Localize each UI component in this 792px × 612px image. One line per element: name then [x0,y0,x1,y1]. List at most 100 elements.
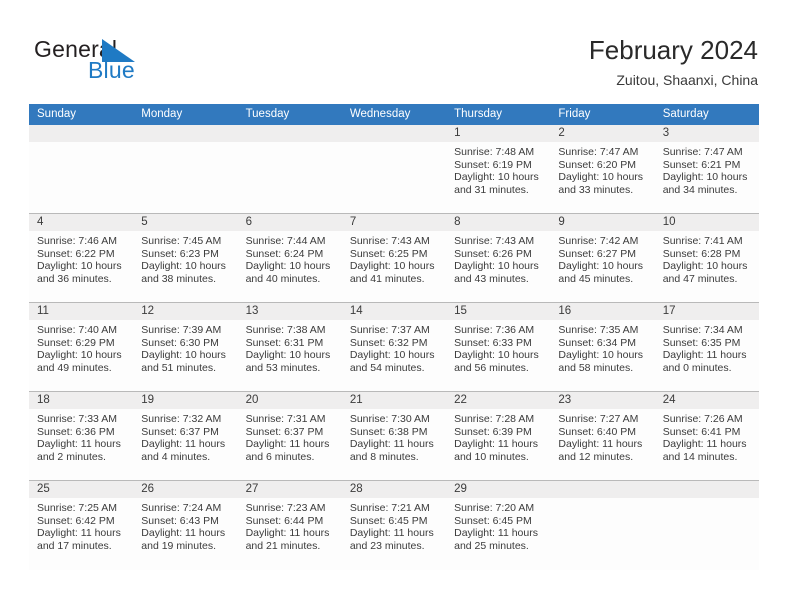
day-detail-line: Sunrise: 7:41 AM [662,235,743,247]
day-detail-line: and 38 minutes. [141,272,216,285]
calendar-day-cell[interactable]: 24 Sunrise: 7:26 AM Sunset: 6:41 PM Dayligh… [654,392,759,480]
day-details: Sunrise: 7:24 AM Sunset: 6:43 PM Daylight:… [133,498,237,552]
day-number-strip [29,214,134,231]
weekday-header-row: Sunday Monday Tuesday Wednesday Thursday… [29,104,759,125]
day-number-strip [341,125,447,142]
day-detail-line: and 36 minutes. [37,272,112,285]
day-details: Sunrise: 7:42 AM Sunset: 6:27 PM Daylight:… [550,231,654,285]
day-detail-line: Sunrise: 7:30 AM [349,413,430,425]
day-details: Sunrise: 7:43 AM Sunset: 6:26 PM Daylight:… [446,231,550,285]
day-number-strip [654,125,759,142]
day-detail-line: Sunset: 6:20 PM [558,158,637,171]
calendar-day-cell[interactable]: 21 Sunrise: 7:30 AM Sunset: 6:38 PM Dayligh… [341,392,447,480]
day-detail-line: Daylight: 11 hours [558,438,643,451]
day-number: 19 [141,394,155,406]
day-detail-line: Sunrise: 7:21 AM [349,502,430,514]
day-detail-line: Sunset: 6:29 PM [37,336,115,349]
day-number: 9 [558,216,565,228]
day-details: Sunrise: 7:32 AM Sunset: 6:37 PM Daylight:… [133,409,237,463]
calendar-day-cell[interactable]: 29 Sunrise: 7:20 AM Sunset: 6:45 PM Dayligh… [446,481,551,570]
day-detail-line: Sunset: 6:40 PM [558,425,637,438]
calendar-day-cell[interactable]: 16 Sunrise: 7:35 AM Sunset: 6:34 PM Dayligh… [550,303,655,391]
day-detail-line: and 47 minutes. [662,272,738,285]
day-detail-line: Sunrise: 7:35 AM [558,324,639,336]
day-detail-line: and 2 minutes. [37,450,106,463]
day-detail-line: and 14 minutes. [662,450,738,463]
day-detail-line: Daylight: 10 hours [349,260,435,273]
calendar-day-cell[interactable]: 23 Sunrise: 7:27 AM Sunset: 6:40 PM Dayligh… [550,392,655,480]
day-number: 13 [245,305,259,317]
calendar-day-cell[interactable]: 10 Sunrise: 7:41 AM Sunset: 6:28 PM Dayligh… [654,214,759,302]
weekday-header-wednesday: Wednesday [349,108,411,120]
day-detail-line: Sunset: 6:28 PM [662,247,741,260]
day-detail-line: and 19 minutes. [141,539,216,552]
day-detail-line: Daylight: 10 hours [662,260,748,273]
calendar-weeks: 1 Sunrise: 7:48 AM Sunset: 6:19 PM Daylight… [29,125,759,570]
day-detail-line: Sunset: 6:39 PM [454,425,532,438]
calendar-day-cell[interactable]: 28 Sunrise: 7:21 AM Sunset: 6:45 PM Dayligh… [341,481,447,570]
calendar-day-cell-empty [29,125,134,213]
day-detail-line: and 33 minutes. [558,183,634,196]
calendar-day-cell[interactable]: 11 Sunrise: 7:40 AM Sunset: 6:29 PM Dayligh… [29,303,134,391]
day-detail-line: Daylight: 11 hours [454,438,538,451]
day-number: 4 [37,216,44,228]
day-details: Sunrise: 7:20 AM Sunset: 6:45 PM Daylight:… [446,498,550,552]
calendar-day-cell[interactable]: 15 Sunrise: 7:36 AM Sunset: 6:33 PM Dayligh… [446,303,551,391]
day-detail-line: and 6 minutes. [245,450,315,463]
calendar-day-cell[interactable]: 8 Sunrise: 7:43 AM Sunset: 6:26 PM Daylight… [446,214,551,302]
day-detail-line: Sunset: 6:27 PM [558,247,637,260]
day-detail-line: Daylight: 10 hours [141,260,226,273]
calendar-day-cell[interactable]: 27 Sunrise: 7:23 AM Sunset: 6:44 PM Dayligh… [237,481,342,570]
calendar-day-cell[interactable]: 25 Sunrise: 7:25 AM Sunset: 6:42 PM Dayligh… [29,481,134,570]
day-number: 1 [454,127,461,139]
day-detail-line: Sunset: 6:37 PM [245,425,324,438]
day-detail-line: Sunrise: 7:39 AM [141,324,222,336]
calendar-day-cell[interactable]: 19 Sunrise: 7:32 AM Sunset: 6:37 PM Dayligh… [133,392,238,480]
day-detail-line: and 4 minutes. [141,450,211,463]
calendar-day-cell[interactable]: 12 Sunrise: 7:39 AM Sunset: 6:30 PM Dayligh… [133,303,238,391]
day-detail-line: Sunrise: 7:45 AM [141,235,222,247]
day-detail-line: Sunrise: 7:37 AM [349,324,430,336]
calendar-day-cell[interactable]: 6 Sunrise: 7:44 AM Sunset: 6:24 PM Daylight… [237,214,342,302]
calendar-day-cell[interactable]: 17 Sunrise: 7:34 AM Sunset: 6:35 PM Dayligh… [654,303,759,391]
day-detail-line: Daylight: 10 hours [349,349,435,362]
day-detail-line: Daylight: 11 hours [454,527,538,540]
calendar-day-cell-empty [654,481,759,570]
calendar-day-cell[interactable]: 1 Sunrise: 7:48 AM Sunset: 6:19 PM Daylight… [446,125,551,213]
calendar-day-cell[interactable]: 3 Sunrise: 7:47 AM Sunset: 6:21 PM Daylight… [654,125,759,213]
calendar-day-cell[interactable]: 18 Sunrise: 7:33 AM Sunset: 6:36 PM Dayligh… [29,392,134,480]
calendar-day-cell[interactable]: 5 Sunrise: 7:45 AM Sunset: 6:23 PM Daylight… [133,214,238,302]
day-number: 20 [245,394,259,406]
calendar-day-cell[interactable]: 4 Sunrise: 7:46 AM Sunset: 6:22 PM Daylight… [29,214,134,302]
calendar-day-cell-empty [341,125,447,213]
calendar-page: General Blue February 2024 Zuitou, Shaan… [0,0,792,612]
day-detail-line: and 54 minutes. [349,361,425,374]
day-details: Sunrise: 7:44 AM Sunset: 6:24 PM Daylight:… [238,231,342,285]
calendar-day-cell[interactable]: 26 Sunrise: 7:24 AM Sunset: 6:43 PM Dayligh… [133,481,238,570]
day-detail-line: and 40 minutes. [245,272,321,285]
calendar-day-cell[interactable]: 7 Sunrise: 7:43 AM Sunset: 6:25 PM Daylight… [341,214,447,302]
day-number: 5 [141,216,148,228]
day-detail-line: and 53 minutes. [245,361,321,374]
calendar-day-cell[interactable]: 14 Sunrise: 7:37 AM Sunset: 6:32 PM Dayligh… [341,303,447,391]
calendar-week-row: 18 Sunrise: 7:33 AM Sunset: 6:36 PM Dayligh… [29,392,759,481]
day-detail-line: and 10 minutes. [454,450,529,463]
day-detail-line: Sunset: 6:45 PM [454,514,532,527]
day-detail-line: and 17 minutes. [37,539,112,552]
brand-logo[interactable]: General Blue [34,36,224,86]
calendar-day-cell[interactable]: 13 Sunrise: 7:38 AM Sunset: 6:31 PM Dayligh… [237,303,342,391]
day-detail-line: Sunset: 6:45 PM [349,514,428,527]
calendar-day-cell[interactable]: 22 Sunrise: 7:28 AM Sunset: 6:39 PM Dayligh… [446,392,551,480]
calendar-day-cell[interactable]: 20 Sunrise: 7:31 AM Sunset: 6:37 PM Dayligh… [237,392,342,480]
day-number-strip [133,214,238,231]
day-number-strip [341,214,447,231]
day-detail-line: Daylight: 10 hours [662,171,748,184]
calendar-week-row: 25 Sunrise: 7:25 AM Sunset: 6:42 PM Dayligh… [29,481,759,570]
day-detail-line: Daylight: 11 hours [245,527,330,540]
day-number-strip [446,125,551,142]
weekday-header-tuesday: Tuesday [245,108,290,120]
calendar-day-cell[interactable]: 9 Sunrise: 7:42 AM Sunset: 6:27 PM Daylight… [550,214,655,302]
calendar-day-cell[interactable]: 2 Sunrise: 7:47 AM Sunset: 6:20 PM Daylight… [550,125,655,213]
day-details: Sunrise: 7:30 AM Sunset: 6:38 PM Daylight:… [342,409,446,463]
day-detail-line: Sunrise: 7:47 AM [558,146,639,158]
